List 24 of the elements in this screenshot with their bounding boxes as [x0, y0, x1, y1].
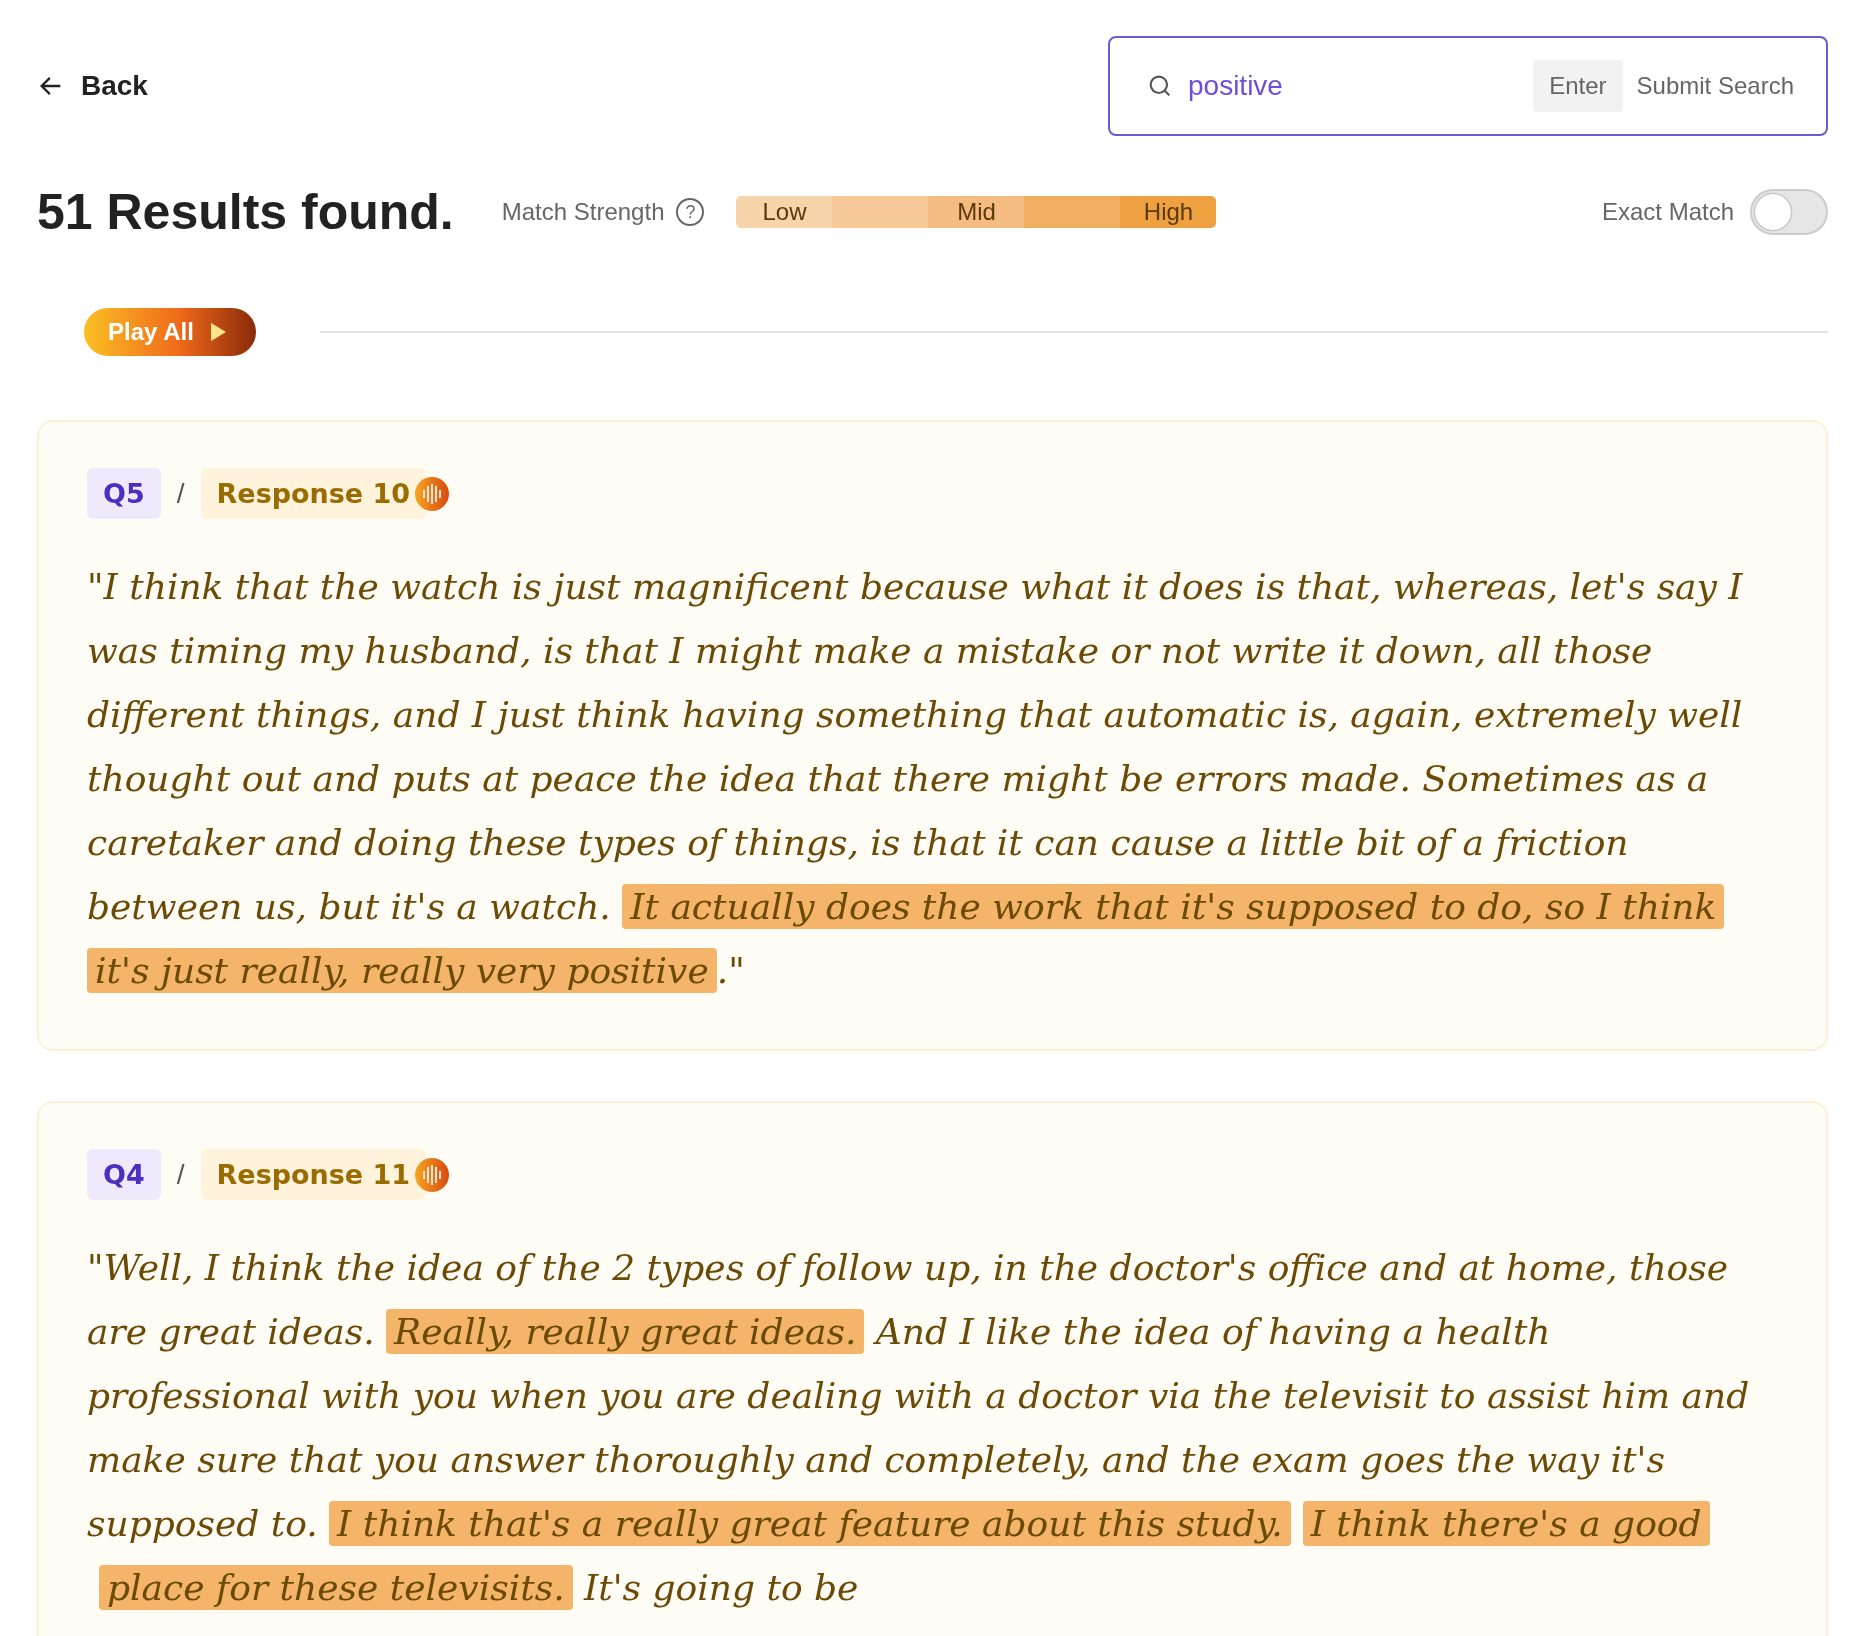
strength-level: Low: [736, 196, 833, 228]
response-tag[interactable]: Response 11: [200, 1149, 427, 1200]
separator-slash: /: [176, 1158, 185, 1191]
back-link[interactable]: Back: [37, 70, 148, 102]
results-count-title: 51 Results found.: [37, 183, 454, 241]
exact-match-label: Exact Match: [1601, 198, 1734, 226]
strength-level: High: [1120, 196, 1217, 228]
match-strength-label: Match Strength: [501, 198, 665, 226]
audio-wave-icon[interactable]: [414, 1156, 451, 1193]
submit-search-label: Submit Search: [1636, 72, 1794, 100]
help-icon[interactable]: ?: [676, 198, 705, 226]
search-field[interactable]: positive Enter Submit Search: [1108, 36, 1828, 136]
response-quote: "I think that the watch is just magnificent because what it does is that, whereas, let's say I was timing my husband, is that I might make a mistake or not write it down, all those different things, and I just think having something that automatic is, again, extremely well thought out and puts at peace the idea that there might be errors made. Sometimes as a caretaker and doing these types of things, is that it can cause a little bit of a friction between us, but it's a watch. It actually does the work that it's supposed to do, so I think it's just really, really very positive .": [87, 565, 1744, 995]
search-value: positive: [1188, 70, 1284, 102]
response-tag[interactable]: Response 10: [200, 468, 427, 519]
question-tag[interactable]: Q4: [87, 1149, 161, 1200]
enter-key-hint: Enter: [1533, 60, 1623, 112]
question-tag[interactable]: Q5: [87, 468, 161, 519]
exact-match-toggle[interactable]: [1750, 189, 1828, 235]
play-all-button[interactable]: Play All: [84, 308, 256, 356]
strength-level: Mid: [928, 196, 1025, 228]
separator-slash: /: [176, 477, 185, 510]
response-quote: "Well, I think the idea of the 2 types of follow up, in the doctor's office and at home, those are great ideas. Really, really great ideas. And I like the idea of having a health professional with you when you are dealing with a doctor via the televisit to assist him and make sure that you answer thoroughly and completely, and the exam goes the way it's supposed to. I think that's a really great feature about this study. I think there's a good place for these televisits. It's going to be: [87, 1246, 1751, 1612]
audio-wave-icon[interactable]: [414, 475, 451, 512]
